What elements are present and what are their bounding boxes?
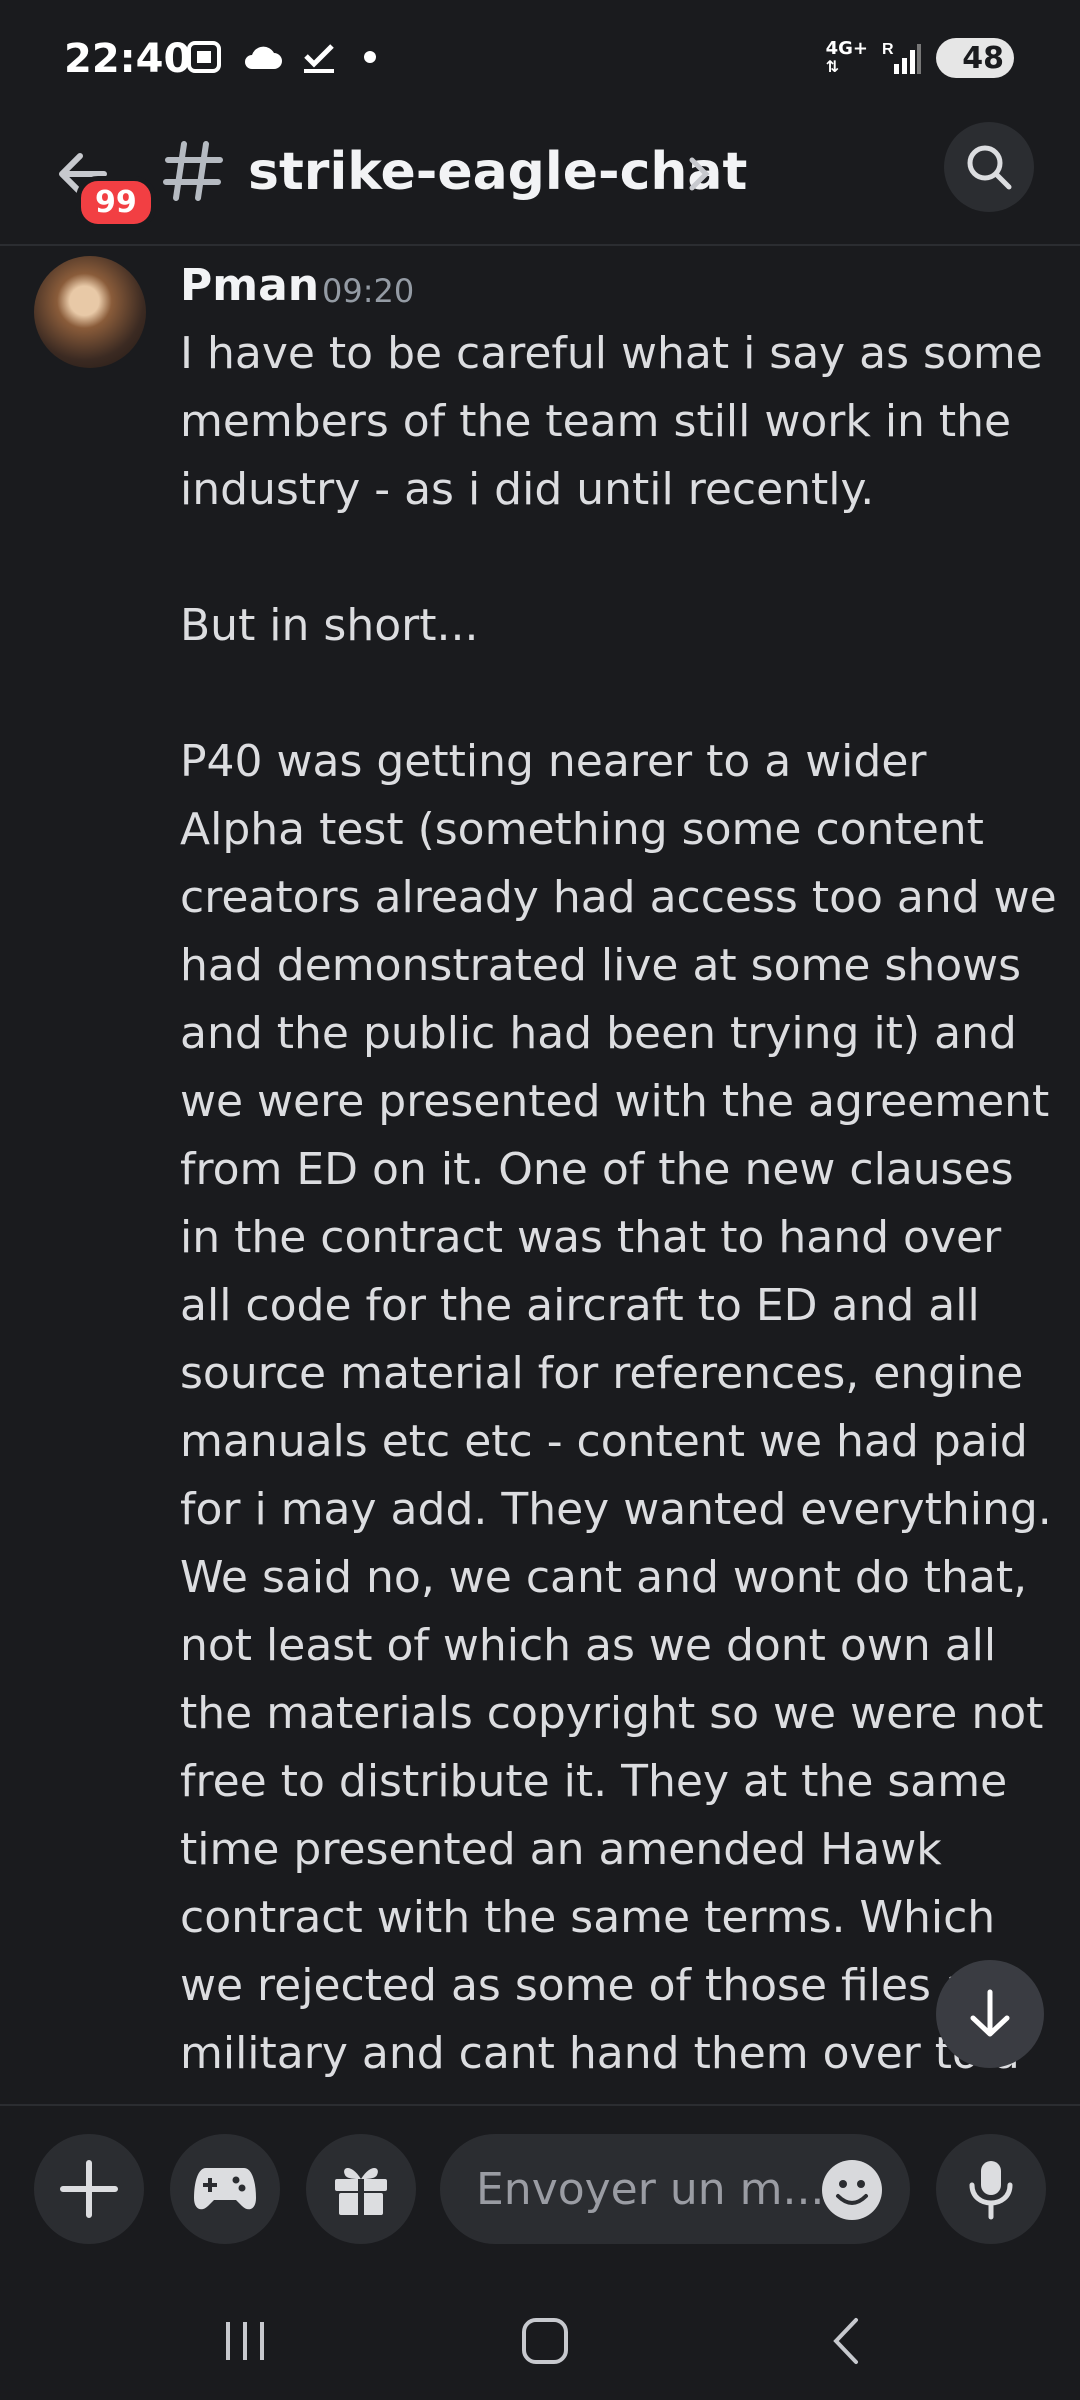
message-input-placeholder: Envoyer un m... bbox=[476, 2164, 825, 2215]
recent-apps-button[interactable] bbox=[220, 2316, 270, 2366]
message-composer: Envoyer un m... bbox=[0, 2104, 1080, 2286]
status-bar: 22:40 4G+ ⇅ R 48 bbox=[0, 0, 1080, 120]
arrow-down-icon bbox=[970, 1989, 1010, 2037]
plus-icon bbox=[60, 2160, 118, 2218]
check-icon bbox=[304, 44, 334, 73]
message-body: I have to be careful what i say as some … bbox=[180, 320, 1060, 2100]
home-button[interactable] bbox=[520, 2314, 570, 2368]
channel-header: 99 strike-eagle-chat bbox=[0, 120, 1080, 246]
network-type: 4G+ ⇅ bbox=[825, 38, 868, 76]
message-input[interactable]: Envoyer un m... bbox=[440, 2134, 910, 2244]
unread-badge: 99 bbox=[76, 176, 156, 229]
channel-name[interactable]: strike-eagle-chat bbox=[248, 142, 747, 202]
gift-icon bbox=[335, 2168, 387, 2215]
chat-message[interactable]: Pman 09:20 I have to be careful what i s… bbox=[0, 250, 1080, 2100]
search-icon bbox=[967, 145, 1012, 190]
avatar[interactable] bbox=[34, 256, 146, 368]
microphone-icon bbox=[969, 2161, 1013, 2220]
gamepad-icon bbox=[194, 2168, 256, 2210]
activities-button[interactable] bbox=[170, 2134, 280, 2244]
system-navigation-bar bbox=[0, 2290, 1080, 2400]
message-paragraph: But in short... bbox=[180, 600, 479, 651]
emoji-icon bbox=[836, 2180, 868, 2205]
chevron-right-icon[interactable] bbox=[686, 152, 714, 200]
scroll-to-bottom-button[interactable] bbox=[936, 1960, 1044, 2068]
battery-indicator: 48 bbox=[936, 38, 1014, 78]
message-paragraph: P40 was getting nearer to a wider Alpha … bbox=[180, 736, 1057, 2100]
status-time: 22:40 bbox=[64, 36, 192, 82]
svg-text:R: R bbox=[882, 41, 894, 58]
emoji-button[interactable] bbox=[822, 2160, 882, 2220]
add-attachment-button[interactable] bbox=[34, 2134, 144, 2244]
dot-icon bbox=[364, 51, 376, 63]
search-button[interactable] bbox=[944, 122, 1034, 212]
message-timestamp: 09:20 bbox=[322, 272, 415, 310]
screenshot-icon bbox=[187, 41, 221, 73]
status-system-icons: 4G+ ⇅ R 48 bbox=[826, 38, 1014, 78]
message-paragraph: I have to be careful what i say as some … bbox=[180, 328, 1043, 515]
back-nav-button[interactable] bbox=[826, 2314, 866, 2368]
signal-icon: R bbox=[882, 41, 921, 74]
status-notification-icons bbox=[186, 40, 376, 74]
message-author[interactable]: Pman bbox=[180, 260, 319, 311]
cloud-icon bbox=[245, 46, 282, 69]
gift-button[interactable] bbox=[306, 2134, 416, 2244]
voice-message-button[interactable] bbox=[936, 2134, 1046, 2244]
hash-icon bbox=[160, 138, 226, 208]
